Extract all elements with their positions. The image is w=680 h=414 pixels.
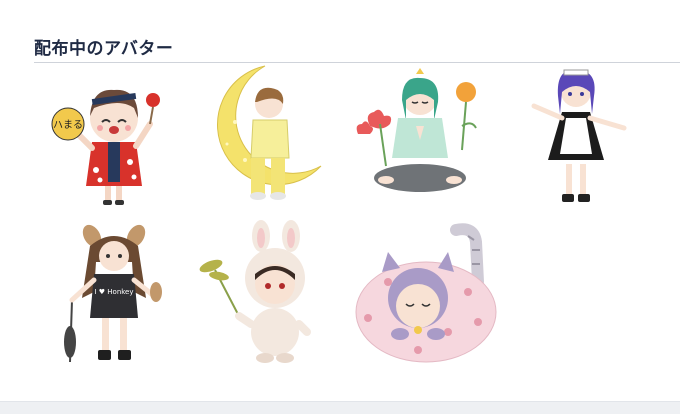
avatar-dog-girl[interactable]: I ♥ Honkey — [58, 222, 168, 372]
avatar-bunny-child[interactable] — [195, 220, 325, 370]
avatar-meditating-girl[interactable] — [350, 66, 490, 206]
avatar-cat-girl-illustration — [355, 223, 497, 363]
page-footer-band — [0, 401, 680, 414]
avatar-dog-girl-illustration: I ♥ Honkey — [64, 224, 162, 363]
avatar-festival-girl[interactable]: ハまる — [50, 62, 170, 212]
avatar-moon-boy-illustration — [217, 65, 322, 200]
avatar-maid-girl[interactable] — [520, 62, 635, 212]
avatar-meditating-girl-illustration — [356, 68, 477, 192]
shirt-text: I ♥ Honkey — [94, 288, 133, 296]
avatar-moon-boy[interactable] — [205, 62, 330, 212]
avatar-bunny-child-illustration — [199, 220, 311, 363]
avatar-maid-girl-illustration — [531, 69, 627, 202]
avatar-festival-girl-illustration: ハまる — [51, 89, 160, 205]
avatar-cat-girl[interactable] — [348, 222, 498, 367]
section-title: 配布中のアバター — [34, 39, 174, 59]
fan-text: ハまる — [53, 119, 83, 131]
